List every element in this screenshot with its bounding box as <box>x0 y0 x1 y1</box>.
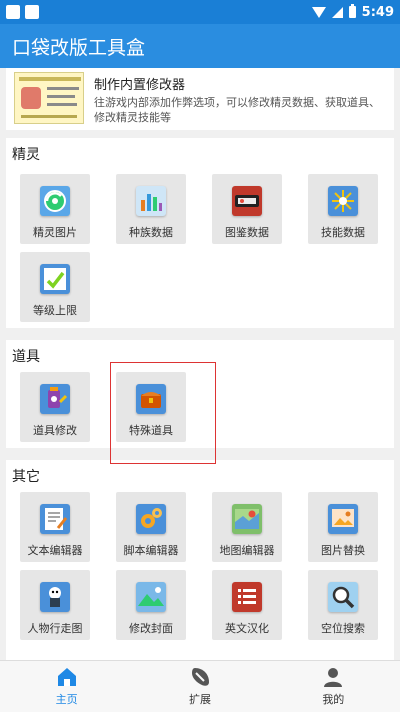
bar-chart-icon <box>136 186 166 216</box>
tile-label: 技能数据 <box>321 226 365 239</box>
tile-label: 特殊道具 <box>129 424 173 437</box>
tile-edit-cover[interactable]: 修改封面 <box>116 570 186 640</box>
status-time: 5:49 <box>361 4 394 20</box>
section-title: 其它 <box>12 469 40 485</box>
tile-label: 等级上限 <box>33 304 77 317</box>
banner-description: 往游戏内部添加作弊选项，可以修改精灵数据、获取道具、修改精灵技能等 <box>94 96 380 124</box>
tile-label: 修改封面 <box>129 622 173 635</box>
nav-label: 主页 <box>55 693 78 706</box>
potion-edit-icon <box>40 384 70 414</box>
tile-level-cap[interactable]: 等级上限 <box>20 252 90 322</box>
tile-label: 人物行走图 <box>27 622 83 635</box>
magnifier-icon <box>328 582 358 612</box>
app-bar: 口袋改版工具盒 <box>0 24 400 68</box>
main-content: 制作内置修改器 往游戏内部添加作弊选项，可以修改精灵数据、获取道具、修改精灵技能… <box>0 68 400 660</box>
notification-icon <box>6 5 20 19</box>
tile-special-item[interactable]: 特殊道具 <box>116 372 186 442</box>
person-icon <box>322 666 344 688</box>
app-title: 口袋改版工具盒 <box>12 36 146 59</box>
extension-icon <box>189 666 211 688</box>
tile-label: 图片替换 <box>321 544 365 557</box>
nav-label: 我的 <box>322 693 345 706</box>
character-sprite-icon <box>40 582 70 612</box>
banner-thumbnail-icon <box>14 72 84 124</box>
pokedex-icon <box>232 186 262 216</box>
home-icon <box>56 666 78 688</box>
banner-title: 制作内置修改器 <box>94 78 186 93</box>
battery-icon <box>348 4 356 18</box>
tile-pokedex-data[interactable]: 图鉴数据 <box>212 174 282 244</box>
nav-label: 扩展 <box>188 693 211 706</box>
tile-text-editor[interactable]: 文本编辑器 <box>20 492 90 562</box>
sparkle-skill-icon <box>328 186 358 216</box>
cell-signal-icon <box>331 6 343 18</box>
tile-skill-data[interactable]: 技能数据 <box>308 174 378 244</box>
translate-list-icon <box>232 582 262 612</box>
tile-image-replace[interactable]: 图片替换 <box>308 492 378 562</box>
nav-item-profile[interactable]: 我的 <box>267 661 400 712</box>
tile-label: 文本编辑器 <box>27 544 83 557</box>
tile-english-localize[interactable]: 英文汉化 <box>212 570 282 640</box>
tile-label: 图鉴数据 <box>225 226 269 239</box>
tile-map-editor[interactable]: 地图编辑器 <box>212 492 282 562</box>
tile-spirit-image[interactable]: 精灵图片 <box>20 174 90 244</box>
bottom-nav: 主页 扩展 我的 <box>0 660 400 712</box>
section-spirit: 精灵 精灵图片 种族数据 图鉴数据 技能数据 等级上限 <box>6 138 394 328</box>
tile-script-editor[interactable]: 脚本编辑器 <box>116 492 186 562</box>
banner-card[interactable]: 制作内置修改器 往游戏内部添加作弊选项，可以修改精灵数据、获取道具、修改精灵技能… <box>6 68 394 130</box>
pokeball-refresh-icon <box>40 186 70 216</box>
tile-race-data[interactable]: 种族数据 <box>116 174 186 244</box>
map-pin-icon <box>232 504 262 534</box>
tile-character-walk[interactable]: 人物行走图 <box>20 570 90 640</box>
status-bar: 5:49 <box>0 0 400 24</box>
tile-empty-search[interactable]: 空位搜索 <box>308 570 378 640</box>
tile-label: 地图编辑器 <box>219 544 275 557</box>
text-edit-icon <box>40 504 70 534</box>
nav-item-home[interactable]: 主页 <box>0 661 133 712</box>
tile-label: 种族数据 <box>129 226 173 239</box>
level-up-icon <box>40 264 70 294</box>
tile-label: 英文汉化 <box>225 622 269 635</box>
section-title: 精灵 <box>12 147 40 163</box>
tile-item-edit[interactable]: 道具修改 <box>20 372 90 442</box>
image-replace-icon <box>328 504 358 534</box>
notification-icon <box>25 5 39 19</box>
cover-landscape-icon <box>136 582 166 612</box>
tile-label: 道具修改 <box>33 424 77 437</box>
treasure-chest-icon <box>136 384 166 414</box>
section-title: 道具 <box>12 349 40 365</box>
gears-icon <box>136 504 166 534</box>
wifi-icon <box>311 6 326 18</box>
tile-label: 空位搜索 <box>321 622 365 635</box>
tile-label: 精灵图片 <box>33 226 77 239</box>
tile-label: 脚本编辑器 <box>123 544 179 557</box>
section-items: 道具 道具修改 特殊道具 <box>6 340 394 448</box>
nav-item-extension[interactable]: 扩展 <box>133 661 266 712</box>
section-other: 其它 文本编辑器 脚本编辑器 地图编辑器 图片替换 人物行走图 修改封面 英文汉… <box>6 460 394 660</box>
